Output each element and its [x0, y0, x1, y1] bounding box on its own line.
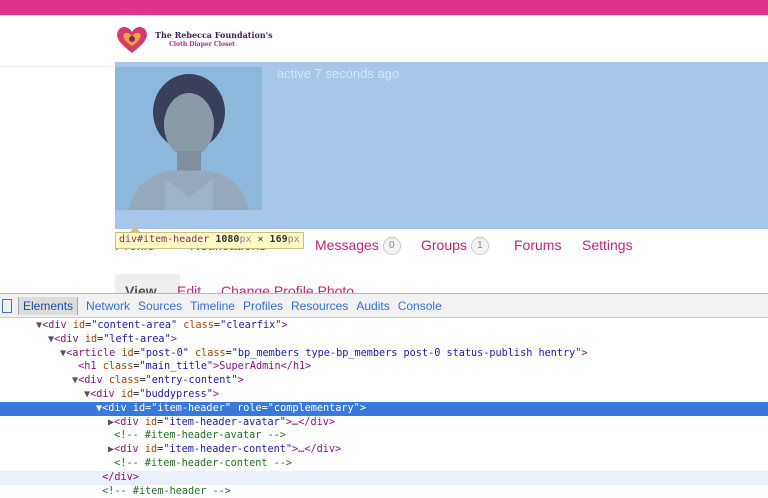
dom-tag-close: >SuperAdmin</h1> — [213, 361, 312, 373]
inspector-tooltip: div#item-header 1080px × 169px — [115, 232, 304, 249]
activity-status: active 7 seconds ago — [277, 66, 400, 81]
dom-tag-open: <div — [42, 320, 73, 331]
dom-attr-value: "entry-content" — [145, 375, 238, 387]
tab-profiles[interactable]: Profiles — [243, 299, 283, 313]
dom-tag-close: > — [132, 471, 139, 483]
dom-attr-value: "content-area" — [91, 320, 178, 331]
logo-title: The Rebecca Foundation's — [155, 30, 273, 40]
dom-tree-row[interactable]: ▼<div id="content-area" class="clearfix"… — [0, 319, 768, 333]
devtools-panel: Elements Network Sources Timeline Profil… — [0, 293, 768, 497]
avatar-photo — [115, 67, 262, 210]
dom-tag-open: <div — [90, 388, 121, 400]
dom-tag-open: <div — [114, 444, 145, 456]
dom-tree-row[interactable]: <!-- #item-header --> — [0, 485, 768, 498]
dom-attr-value: "item-header" — [151, 402, 231, 414]
dom-attr-value: "clearfix" — [220, 320, 282, 331]
nav-groups[interactable]: Groups 1 — [421, 237, 489, 255]
tab-resources[interactable]: Resources — [291, 299, 348, 313]
dom-tree-row[interactable]: <!-- #item-header-content --> — [0, 457, 768, 471]
dom-tree-row[interactable]: ▼<article id="post-0" class="bp_members … — [0, 347, 768, 361]
dom-tag-close: > — [237, 375, 244, 387]
dom-tree-row[interactable]: <!-- #item-header-avatar --> — [0, 429, 768, 443]
tab-timeline[interactable]: Timeline — [190, 299, 235, 313]
dom-tree-row[interactable]: ▼<div class="entry-content"> — [0, 374, 768, 388]
tab-sources[interactable]: Sources — [138, 299, 182, 313]
dom-attr-name: id — [121, 347, 134, 359]
dom-tag-open: <article — [66, 347, 122, 359]
dom-tag-open: </div — [102, 471, 133, 483]
heart-logo-icon — [117, 26, 147, 53]
dom-comment: <!-- #item-header-content --> — [114, 457, 293, 469]
dom-tag-open: <h1 — [78, 361, 103, 373]
dom-tree-row[interactable]: ▼<div id="left-area"> — [0, 333, 768, 347]
dom-attr-name: id — [144, 444, 158, 456]
dom-tree: ▼<div id="content-area" class="clearfix"… — [0, 319, 768, 498]
dom-tag-open: <div — [54, 333, 85, 345]
dom-attr-name: id — [72, 320, 86, 331]
dom-attr-name: class — [183, 320, 214, 331]
dom-tag-close: > — [359, 402, 366, 414]
dom-tree-row[interactable]: <h1 class="main_title">SuperAdmin</h1> — [0, 360, 768, 374]
dom-tag-open: <div — [114, 416, 145, 428]
dom-tag-close: > — [281, 320, 288, 331]
dom-attr-value: "left-area" — [103, 333, 171, 345]
nav-messages[interactable]: Messages 0 — [315, 237, 401, 255]
dom-attr-name: id — [144, 416, 158, 428]
nav-forums[interactable]: Forums — [514, 237, 561, 253]
dom-tag-open: <div — [78, 375, 109, 387]
dom-comment: <!-- #item-header --> — [102, 485, 231, 497]
dom-attr-value: "bp_members type-bp_members post-0 statu… — [231, 347, 582, 359]
nav-settings[interactable]: Settings — [582, 237, 633, 253]
dom-tag-open: <div — [102, 402, 133, 414]
devtools-tabbar: Elements Network Sources Timeline Profil… — [0, 294, 768, 318]
left-margin — [0, 67, 115, 293]
site-header: The Rebecca Foundation's Cloth Diaper Cl… — [0, 15, 768, 67]
dom-attr-name: id — [132, 402, 146, 414]
profile-subnav: View Edit Change Profile Photo — [115, 270, 768, 299]
dock-icon[interactable] — [2, 298, 12, 313]
dom-attr-value: "item-header-avatar" — [163, 416, 286, 428]
avatar[interactable] — [115, 67, 262, 210]
dom-attr-name: class — [102, 361, 134, 373]
groups-count-badge: 1 — [470, 237, 489, 255]
dom-tree-row[interactable]: ▼<div id="buddypress"> — [0, 388, 768, 402]
dom-tree-row[interactable]: </div> — [0, 470, 768, 485]
dom-tag-close: > — [212, 388, 219, 400]
dom-attr-value: "complementary" — [267, 402, 360, 414]
tab-console[interactable]: Console — [398, 299, 442, 313]
messages-count-badge: 0 — [382, 237, 401, 255]
dom-attr-value: "post-0" — [139, 347, 189, 359]
top-admin-bar — [0, 0, 768, 15]
dom-tag-close: > — [170, 333, 177, 345]
tab-network[interactable]: Network — [86, 299, 130, 313]
dom-tree-row[interactable]: ▼<div id="item-header" role="complementa… — [0, 401, 768, 416]
dom-attr-value: "buddypress" — [139, 388, 213, 400]
dom-attr-name: id — [120, 388, 134, 400]
dom-attr-value: "main_title" — [139, 361, 214, 373]
tab-audits[interactable]: Audits — [356, 299, 389, 313]
logo-subtitle: Cloth Diaper Closet — [169, 41, 235, 48]
dom-attr-name: class — [194, 347, 226, 359]
dom-attr-value: "item-header-content" — [163, 444, 293, 456]
dom-attr-name: id — [84, 333, 98, 345]
site-logo[interactable]: The Rebecca Foundation's Cloth Diaper Cl… — [115, 25, 273, 55]
dom-tag-close: >…</div> — [285, 416, 335, 428]
dom-comment: <!-- #item-header-avatar --> — [114, 430, 286, 442]
tab-elements[interactable]: Elements — [18, 296, 79, 315]
dom-tag-close: >…</div> — [292, 444, 342, 456]
dom-tag-close: > — [581, 347, 588, 359]
dom-attr-name: role — [237, 402, 262, 414]
dom-tree-row[interactable]: ▶<div id="item-header-avatar">…</div> — [0, 416, 768, 430]
dom-tree-row[interactable]: ▶<div id="item-header-content">…</div> — [0, 443, 768, 457]
dom-attr-name: class — [108, 375, 140, 387]
